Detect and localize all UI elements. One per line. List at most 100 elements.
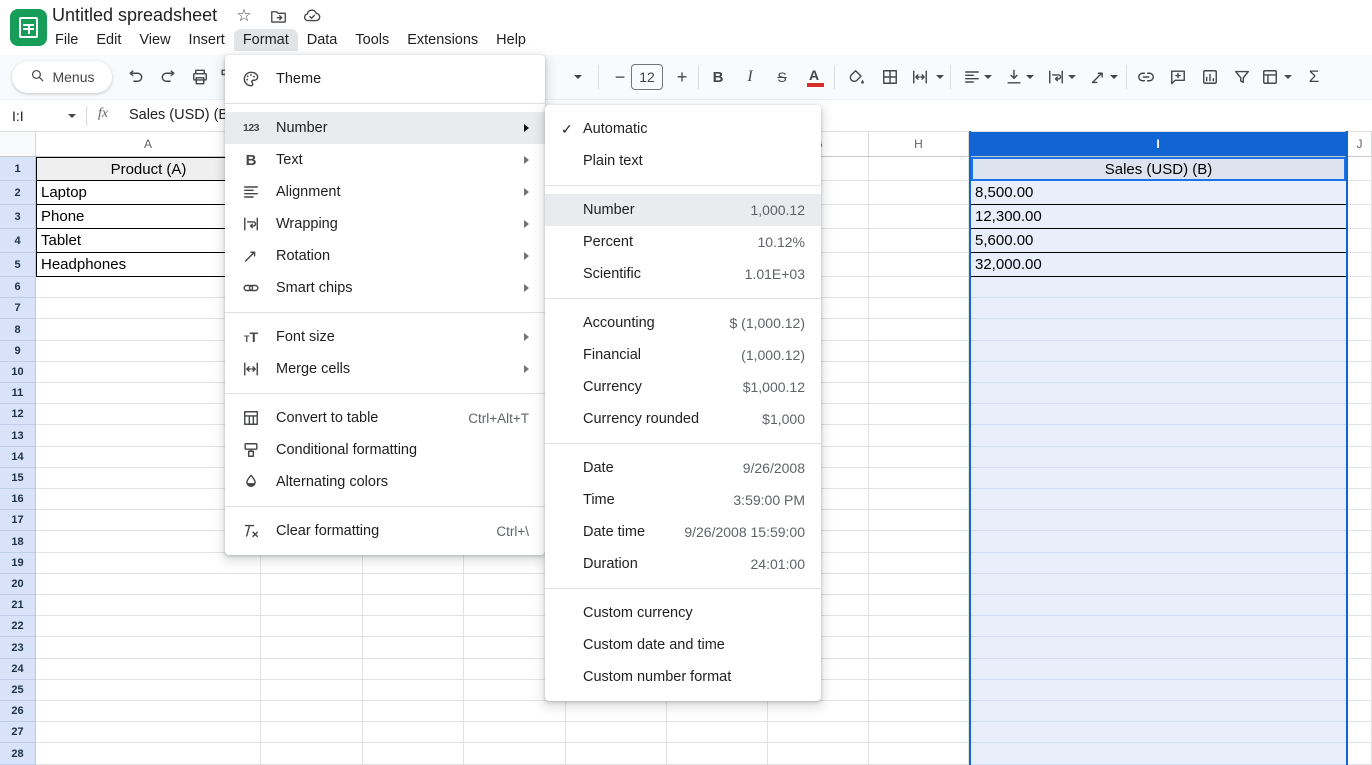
cell-H24[interactable] bbox=[869, 659, 969, 680]
format-menu-item-convert-to-table[interactable]: Convert to tableCtrl+Alt+T bbox=[225, 402, 545, 434]
number-menu-item-percent[interactable]: Percent10.12% bbox=[545, 226, 821, 258]
number-menu-item-scientific[interactable]: Scientific1.01E+03 bbox=[545, 258, 821, 290]
redo-icon[interactable] bbox=[154, 61, 182, 93]
format-menu-item-wrapping[interactable]: Wrapping bbox=[225, 208, 545, 240]
cell-C23[interactable] bbox=[363, 637, 464, 658]
number-menu-item-duration[interactable]: Duration24:01:00 bbox=[545, 548, 821, 580]
cell-I1[interactable]: Sales (USD) (B) bbox=[971, 157, 1346, 181]
cell-A24[interactable] bbox=[36, 659, 261, 680]
number-menu-item-currency[interactable]: Currency$1,000.12 bbox=[545, 371, 821, 403]
row-header-24[interactable]: 24 bbox=[0, 659, 36, 680]
cell-A27[interactable] bbox=[36, 722, 261, 743]
cell-G28[interactable] bbox=[768, 743, 869, 764]
format-menu-item-clear-formatting[interactable]: Clear formattingCtrl+\ bbox=[225, 515, 545, 547]
cell-I24[interactable] bbox=[971, 659, 1346, 680]
cell-H9[interactable] bbox=[869, 341, 969, 362]
functions-icon[interactable]: Σ bbox=[1300, 61, 1328, 93]
row-header-6[interactable]: 6 bbox=[0, 277, 36, 298]
cell-J13[interactable] bbox=[1348, 425, 1372, 446]
cell-H20[interactable] bbox=[869, 574, 969, 595]
cell-I6[interactable] bbox=[971, 277, 1346, 298]
menubar-item-insert[interactable]: Insert bbox=[180, 29, 234, 51]
row-header-2[interactable]: 2 bbox=[0, 181, 36, 205]
cell-A26[interactable] bbox=[36, 701, 261, 722]
text-rotation-caret-icon[interactable] bbox=[1110, 75, 1118, 79]
row-header-13[interactable]: 13 bbox=[0, 425, 36, 446]
row-header-8[interactable]: 8 bbox=[0, 319, 36, 340]
number-menu-item-time[interactable]: Time3:59:00 PM bbox=[545, 484, 821, 516]
cell-H28[interactable] bbox=[869, 743, 969, 764]
row-header-10[interactable]: 10 bbox=[0, 362, 36, 383]
cell-E26[interactable] bbox=[566, 701, 667, 722]
format-menu-item-alignment[interactable]: Alignment bbox=[225, 176, 545, 208]
format-menu-item-text[interactable]: BText bbox=[225, 144, 545, 176]
cell-J4[interactable] bbox=[1348, 229, 1372, 253]
column-header-I[interactable]: I bbox=[971, 131, 1346, 157]
cell-I28[interactable] bbox=[971, 743, 1346, 764]
cell-I12[interactable] bbox=[971, 404, 1346, 425]
row-header-17[interactable]: 17 bbox=[0, 510, 36, 531]
format-menu-item-theme[interactable]: Theme bbox=[225, 63, 545, 95]
number-menu-item-custom-number-format[interactable]: Custom number format bbox=[545, 661, 821, 693]
cell-J18[interactable] bbox=[1348, 531, 1372, 552]
cell-F26[interactable] bbox=[667, 701, 768, 722]
horizontal-align-caret-icon[interactable] bbox=[984, 75, 992, 79]
undo-icon[interactable] bbox=[122, 61, 150, 93]
row-header-11[interactable]: 11 bbox=[0, 383, 36, 404]
cell-J7[interactable] bbox=[1348, 298, 1372, 319]
name-box[interactable]: I:I bbox=[12, 100, 24, 132]
cloud-saved-icon[interactable] bbox=[302, 6, 322, 26]
cell-I11[interactable] bbox=[971, 383, 1346, 404]
menus-search-button[interactable]: Menus bbox=[12, 61, 112, 93]
star-icon[interactable]: ☆ bbox=[234, 6, 254, 26]
menubar-item-data[interactable]: Data bbox=[298, 29, 347, 51]
format-menu-item-alternating-colors[interactable]: Alternating colors bbox=[225, 466, 545, 498]
cell-C28[interactable] bbox=[363, 743, 464, 764]
cell-J5[interactable] bbox=[1348, 253, 1372, 277]
number-menu-item-financial[interactable]: Financial(1,000.12) bbox=[545, 339, 821, 371]
cell-H18[interactable] bbox=[869, 531, 969, 552]
cell-H26[interactable] bbox=[869, 701, 969, 722]
cell-H5[interactable] bbox=[869, 253, 969, 277]
cell-B26[interactable] bbox=[261, 701, 363, 722]
row-header-16[interactable]: 16 bbox=[0, 489, 36, 510]
row-header-21[interactable]: 21 bbox=[0, 595, 36, 616]
cell-J23[interactable] bbox=[1348, 637, 1372, 658]
cell-A28[interactable] bbox=[36, 743, 261, 764]
column-header-J[interactable]: J bbox=[1348, 131, 1372, 157]
text-color-icon[interactable]: A bbox=[800, 61, 828, 93]
cell-H23[interactable] bbox=[869, 637, 969, 658]
cell-H14[interactable] bbox=[869, 447, 969, 468]
cell-J2[interactable] bbox=[1348, 181, 1372, 205]
format-menu-item-rotation[interactable]: Rotation bbox=[225, 240, 545, 272]
cell-B19[interactable] bbox=[261, 553, 363, 574]
cell-J1[interactable] bbox=[1348, 157, 1372, 181]
row-header-9[interactable]: 9 bbox=[0, 341, 36, 362]
cell-B25[interactable] bbox=[261, 680, 363, 701]
font-dropdown-caret-icon[interactable] bbox=[574, 75, 582, 79]
number-menu-item-custom-date-and-time[interactable]: Custom date and time bbox=[545, 629, 821, 661]
create-filter-icon[interactable] bbox=[1228, 61, 1256, 93]
cell-B23[interactable] bbox=[261, 637, 363, 658]
cell-H3[interactable] bbox=[869, 205, 969, 229]
cell-H21[interactable] bbox=[869, 595, 969, 616]
cell-I15[interactable] bbox=[971, 468, 1346, 489]
cell-D27[interactable] bbox=[464, 722, 566, 743]
cell-B22[interactable] bbox=[261, 616, 363, 637]
row-header-25[interactable]: 25 bbox=[0, 680, 36, 701]
number-menu-item-automatic[interactable]: ✓Automatic bbox=[545, 113, 821, 145]
cell-F27[interactable] bbox=[667, 722, 768, 743]
format-menu-item-font-size[interactable]: TTFont size bbox=[225, 321, 545, 353]
insert-link-icon[interactable] bbox=[1132, 61, 1160, 93]
cell-J15[interactable] bbox=[1348, 468, 1372, 489]
cell-H17[interactable] bbox=[869, 510, 969, 531]
cell-H6[interactable] bbox=[869, 277, 969, 298]
cell-I14[interactable] bbox=[971, 447, 1346, 468]
decrease-font-size-icon[interactable]: − bbox=[606, 61, 634, 93]
cell-H22[interactable] bbox=[869, 616, 969, 637]
row-header-1[interactable]: 1 bbox=[0, 157, 36, 181]
cell-I17[interactable] bbox=[971, 510, 1346, 531]
cell-B27[interactable] bbox=[261, 722, 363, 743]
cell-C25[interactable] bbox=[363, 680, 464, 701]
cell-J27[interactable] bbox=[1348, 722, 1372, 743]
